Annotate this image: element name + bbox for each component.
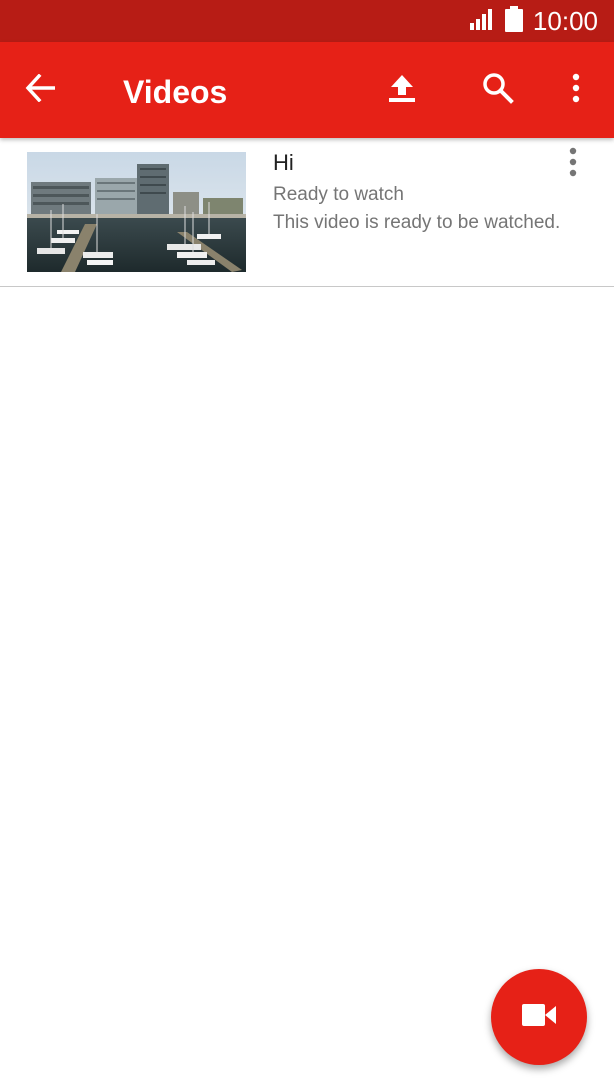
page-title: Videos [123,74,228,110]
record-video-button[interactable] [491,969,587,1065]
video-description: This video is ready to be watched. [273,212,561,233]
status-time: 10:00 [532,6,598,36]
video-status: Ready to watch [273,184,404,205]
upload-icon [387,73,417,108]
signal-icon [469,8,495,35]
upload-button[interactable] [374,62,430,118]
video-thumbnail[interactable] [27,152,246,272]
status-icons: 10:00 [469,0,598,42]
list-item[interactable]: Hi Ready to watch This video is ready to… [0,138,614,287]
video-more-options-button[interactable] [558,144,588,184]
search-button[interactable] [470,62,526,118]
back-arrow-icon [25,73,57,107]
app-bar: Videos [0,42,614,138]
more-vert-icon [568,147,578,182]
back-button[interactable] [13,62,69,118]
search-icon [482,72,514,109]
video-camera-icon [522,1003,556,1031]
more-options-button[interactable] [548,62,604,118]
more-vert-icon [571,73,581,108]
status-bar: 10:00 [0,0,614,42]
battery-icon [504,5,523,37]
video-title: Hi [273,150,294,175]
